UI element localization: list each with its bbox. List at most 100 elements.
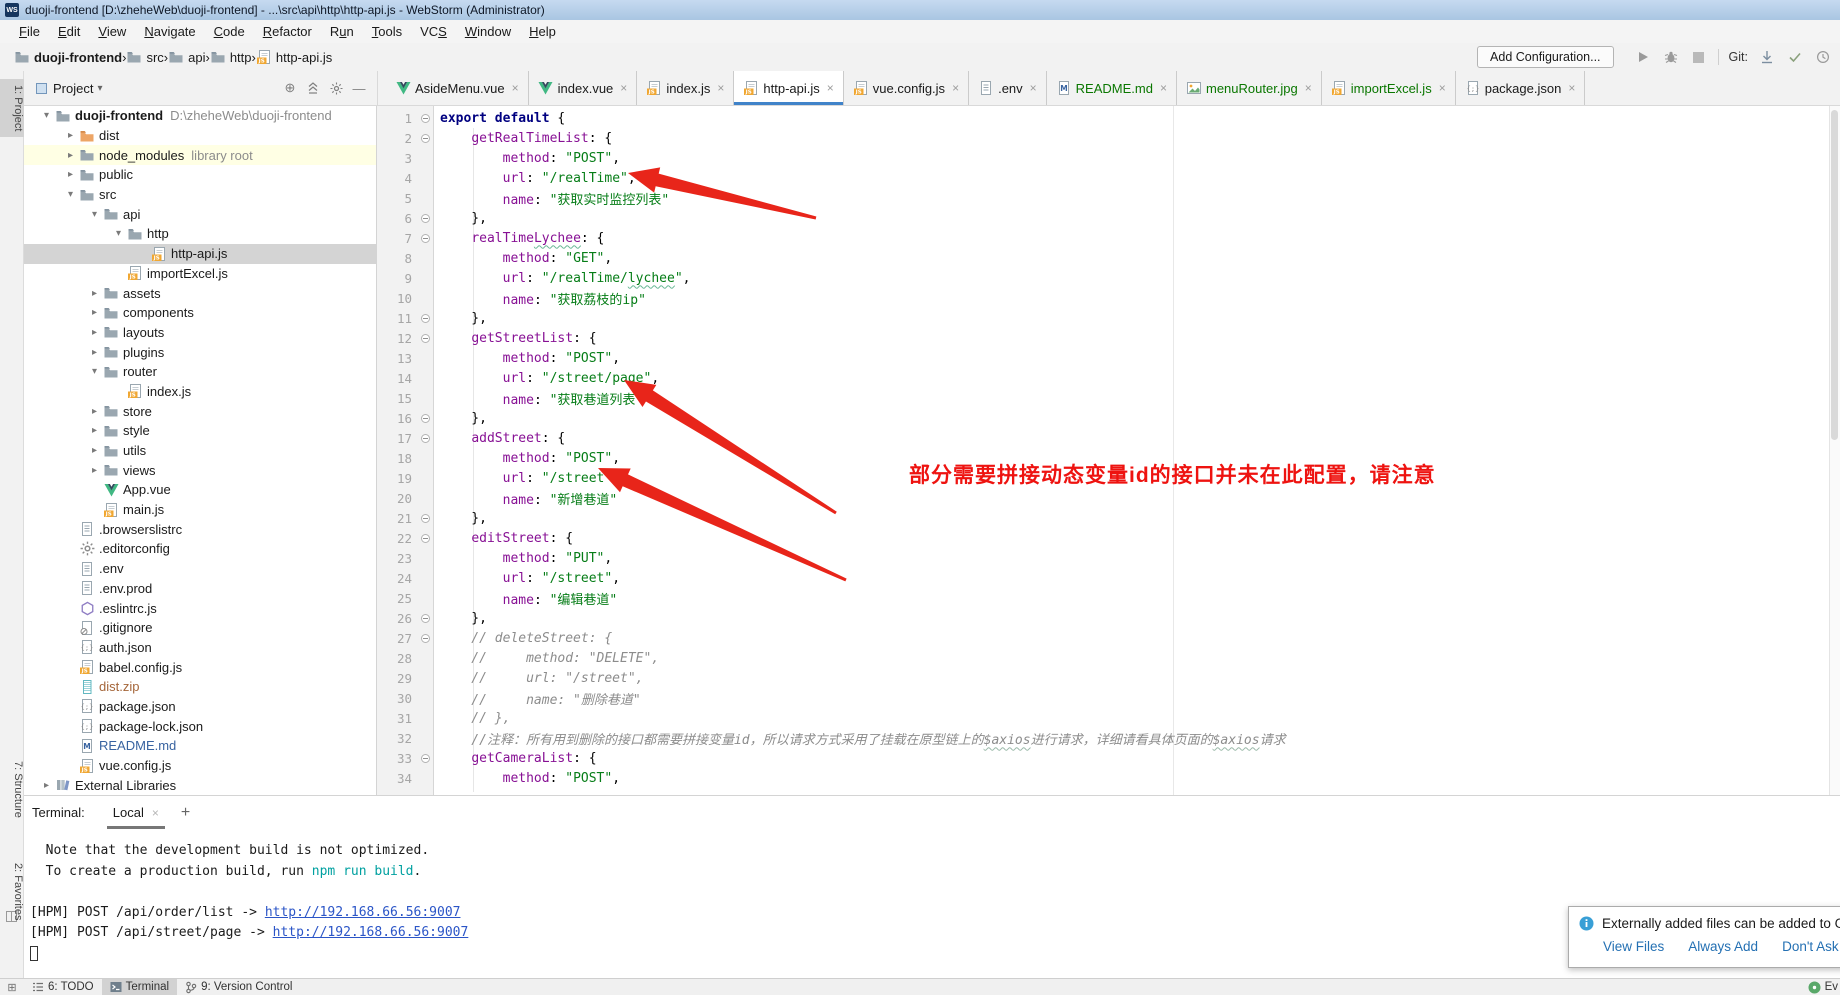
menu-window[interactable]: Window bbox=[456, 22, 520, 41]
new-terminal-icon[interactable]: + bbox=[181, 804, 190, 822]
close-icon[interactable]: × bbox=[1305, 81, 1312, 95]
fold-marker-icon[interactable] bbox=[417, 134, 434, 143]
chevron-down-icon[interactable]: ▾ bbox=[38, 110, 55, 121]
sidebar-tab-favorites[interactable]: 2: Favorites bbox=[0, 857, 24, 926]
add-configuration-button[interactable]: Add Configuration... bbox=[1477, 46, 1614, 68]
tree-item-package-lock.json[interactable]: {;}package-lock.json bbox=[24, 716, 376, 736]
tree-item-assets[interactable]: ▸assets bbox=[24, 283, 376, 303]
chevron-down-icon[interactable]: ▾ bbox=[62, 189, 79, 200]
close-icon[interactable]: × bbox=[827, 81, 834, 95]
fold-marker-icon[interactable] bbox=[417, 214, 434, 223]
menu-help[interactable]: Help bbox=[520, 22, 565, 41]
chevron-down-icon[interactable]: ▾ bbox=[110, 228, 127, 239]
fold-marker-icon[interactable] bbox=[417, 634, 434, 643]
sidebar-tab-project[interactable]: 1: Project bbox=[0, 79, 24, 137]
gear-icon[interactable] bbox=[328, 80, 344, 96]
fold-marker-icon[interactable] bbox=[417, 434, 434, 443]
menu-run[interactable]: Run bbox=[321, 22, 363, 41]
tree-item-dist.zip[interactable]: dist.zip bbox=[24, 677, 376, 697]
chevron-right-icon[interactable]: ▸ bbox=[62, 150, 79, 161]
chevron-down-icon[interactable]: ▾ bbox=[97, 83, 102, 94]
close-icon[interactable]: × bbox=[1439, 81, 1446, 95]
close-icon[interactable]: × bbox=[620, 81, 627, 95]
tree-item-index.js[interactable]: JSindex.js bbox=[24, 382, 376, 402]
notification-link-view-files[interactable]: View Files bbox=[1603, 939, 1664, 954]
menu-vcs[interactable]: VCS bbox=[411, 22, 456, 41]
fold-marker-icon[interactable] bbox=[417, 414, 434, 423]
tab-index.vue[interactable]: index.vue× bbox=[529, 71, 638, 105]
chevron-right-icon[interactable]: ▸ bbox=[86, 425, 103, 436]
menu-tools[interactable]: Tools bbox=[363, 22, 411, 41]
stop-icon[interactable] bbox=[1690, 48, 1708, 66]
chevron-down-icon[interactable]: ▾ bbox=[86, 209, 103, 220]
chevron-down-icon[interactable]: ▾ bbox=[86, 366, 103, 377]
tab-package.json[interactable]: {;}package.json× bbox=[1456, 71, 1586, 105]
tree-item-auth.json[interactable]: {;}auth.json bbox=[24, 638, 376, 658]
menu-edit[interactable]: Edit bbox=[49, 22, 89, 41]
fold-marker-icon[interactable] bbox=[417, 754, 434, 763]
breadcrumb-http-api.js[interactable]: JShttp-api.js bbox=[256, 49, 332, 65]
project-panel-title[interactable]: Project bbox=[53, 81, 93, 96]
tab-AsideMenu.vue[interactable]: AsideMenu.vue× bbox=[386, 71, 529, 105]
code-editor[interactable]: 1export default {2 getRealTimeList: {3 m… bbox=[377, 106, 1840, 795]
fold-marker-icon[interactable] bbox=[417, 334, 434, 343]
tree-item-plugins[interactable]: ▸plugins bbox=[24, 342, 376, 362]
history-icon[interactable] bbox=[1814, 48, 1832, 66]
menu-code[interactable]: Code bbox=[205, 22, 254, 41]
close-icon[interactable]: × bbox=[512, 81, 519, 95]
tree-item-dist[interactable]: ▸dist bbox=[24, 126, 376, 146]
tree-item-importExcel.js[interactable]: JSimportExcel.js bbox=[24, 264, 376, 284]
breadcrumb-http[interactable]: http bbox=[210, 49, 252, 65]
close-icon[interactable]: × bbox=[952, 81, 959, 95]
fold-marker-icon[interactable] bbox=[417, 514, 434, 523]
fold-marker-icon[interactable] bbox=[417, 614, 434, 623]
chevron-right-icon[interactable]: ▸ bbox=[86, 465, 103, 476]
tree-item-views[interactable]: ▸views bbox=[24, 460, 376, 480]
locate-icon[interactable]: ⊕ bbox=[282, 80, 298, 96]
update-project-icon[interactable] bbox=[1758, 48, 1776, 66]
menu-view[interactable]: View bbox=[89, 22, 135, 41]
close-icon[interactable]: × bbox=[717, 81, 724, 95]
menu-file[interactable]: File bbox=[10, 22, 49, 41]
statusbar-terminal[interactable]: Terminal bbox=[102, 979, 177, 995]
tree-item-vue.config.js[interactable]: JSvue.config.js bbox=[24, 756, 376, 776]
chevron-right-icon[interactable]: ▸ bbox=[86, 445, 103, 456]
event-log-item[interactable]: Ev bbox=[1808, 981, 1840, 994]
fold-marker-icon[interactable] bbox=[417, 114, 434, 123]
tree-item-router[interactable]: ▾router bbox=[24, 362, 376, 382]
tree-item-http-api.js[interactable]: JShttp-api.js bbox=[24, 244, 376, 264]
chevron-right-icon[interactable]: ▸ bbox=[86, 347, 103, 358]
tree-item-utils[interactable]: ▸utils bbox=[24, 441, 376, 461]
tree-item-External Libraries[interactable]: ▸External Libraries bbox=[24, 775, 376, 795]
tree-item-.browserslistrc[interactable]: .browserslistrc bbox=[24, 519, 376, 539]
tree-item-layouts[interactable]: ▸layouts bbox=[24, 323, 376, 343]
hide-icon[interactable]: — bbox=[351, 80, 367, 96]
tree-item-style[interactable]: ▸style bbox=[24, 421, 376, 441]
tab-vue.config.js[interactable]: JSvue.config.js× bbox=[844, 71, 969, 105]
scrollbar-thumb[interactable] bbox=[1831, 110, 1838, 440]
tree-item-App.vue[interactable]: App.vue bbox=[24, 480, 376, 500]
tree-item-.env.prod[interactable]: .env.prod bbox=[24, 579, 376, 599]
project-tree[interactable]: ▾duoji-frontendD:\zheheWeb\duoji-fronten… bbox=[24, 106, 377, 795]
tool-window-switcher-icon[interactable]: ⊞ bbox=[0, 981, 24, 994]
tab-index.js[interactable]: JSindex.js× bbox=[637, 71, 734, 105]
chevron-right-icon[interactable]: ▸ bbox=[86, 327, 103, 338]
fold-marker-icon[interactable] bbox=[417, 314, 434, 323]
chevron-right-icon[interactable]: ▸ bbox=[86, 406, 103, 417]
terminal-link[interactable]: http://192.168.66.56:9007 bbox=[273, 925, 469, 940]
terminal-link[interactable]: http://192.168.66.56:9007 bbox=[265, 905, 461, 920]
menu-refactor[interactable]: Refactor bbox=[254, 22, 321, 41]
tab-README.md[interactable]: MREADME.md× bbox=[1047, 71, 1177, 105]
tab-menuRouter.jpg[interactable]: menuRouter.jpg× bbox=[1177, 71, 1322, 105]
terminal-tab-local[interactable]: Local × bbox=[107, 796, 165, 829]
tree-item-.gitignore[interactable]: .gitignore bbox=[24, 618, 376, 638]
tab-.env[interactable]: .env× bbox=[969, 71, 1047, 105]
tree-item-store[interactable]: ▸store bbox=[24, 401, 376, 421]
tree-item-package.json[interactable]: {;}package.json bbox=[24, 697, 376, 717]
tree-item-http[interactable]: ▾http bbox=[24, 224, 376, 244]
tree-item-babel.config.js[interactable]: JSbabel.config.js bbox=[24, 657, 376, 677]
chevron-right-icon[interactable]: ▸ bbox=[38, 780, 55, 791]
fold-marker-icon[interactable] bbox=[417, 534, 434, 543]
chevron-right-icon[interactable]: ▸ bbox=[86, 288, 103, 299]
collapse-all-icon[interactable] bbox=[305, 80, 321, 96]
